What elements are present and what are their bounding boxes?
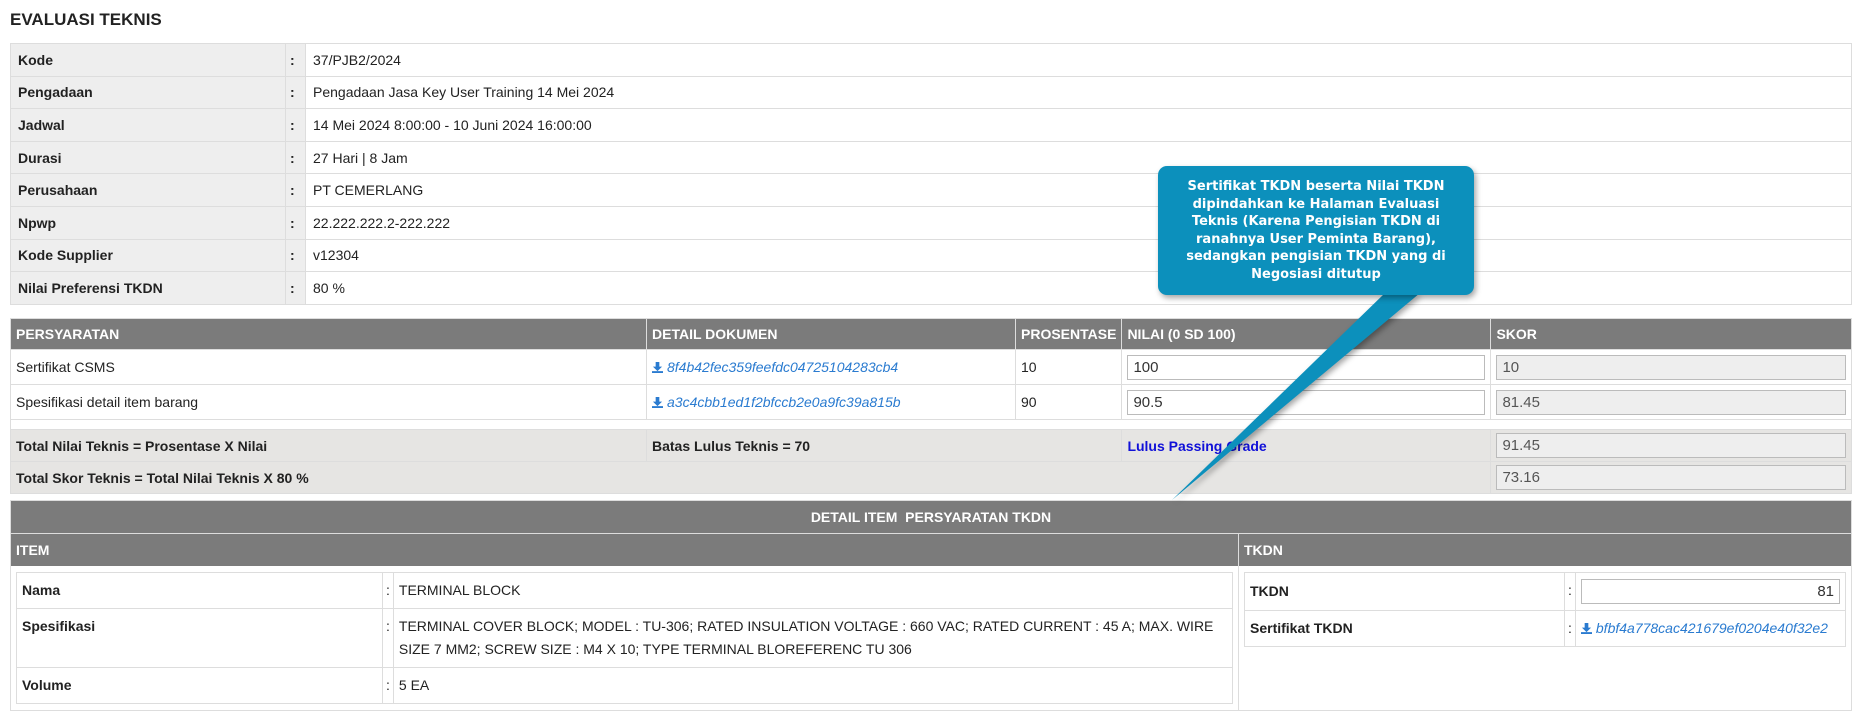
detail-title: DETAIL ITEM PERSYARATAN TKDN xyxy=(11,501,1851,534)
info-label: Jadwal xyxy=(10,108,286,142)
total-skor-label: Total Skor Teknis = Total Nilai Teknis X… xyxy=(9,461,1492,494)
info-value: 27 Hari | 8 Jam xyxy=(305,140,1852,175)
item-value: TERMINAL COVER BLOCK; MODEL : TU-306; RA… xyxy=(392,608,1234,668)
info-value: 14 Mei 2024 8:00:00 - 10 Juni 2024 16:00… xyxy=(305,108,1852,142)
table-row: Spesifikasi: TERMINAL COVER BLOCK; MODEL … xyxy=(16,608,1234,668)
col-prosentase: PROSENTASE xyxy=(1014,318,1123,350)
info-value: v12304 xyxy=(305,238,1852,273)
info-value: 80 % xyxy=(305,271,1852,305)
info-label: Npwp xyxy=(10,205,286,240)
nilai-input[interactable] xyxy=(1127,354,1486,380)
item-header: ITEM xyxy=(11,534,1238,566)
info-row: Npwp:22.222.222.2-222.222 xyxy=(10,205,1852,240)
download-icon xyxy=(1580,623,1592,634)
table-row: Volume:5 EA xyxy=(16,667,1234,704)
nilai-input[interactable] xyxy=(1127,389,1486,415)
requirements-table: PERSYARATAN DETAIL DOKUMEN PROSENTASE NI… xyxy=(9,318,1852,494)
item-label: Volume xyxy=(16,667,383,704)
colon: : xyxy=(382,667,394,704)
colon: : xyxy=(285,271,306,305)
colon: : xyxy=(285,75,306,110)
total-skor-row: Total Skor Teknis = Total Nilai Teknis X… xyxy=(9,461,1852,494)
info-label: Nilai Preferensi TKDN xyxy=(10,271,286,305)
sertifikat-tkdn-link[interactable]: bfbf4a778cac421679ef0204e40f32e2 xyxy=(1580,620,1828,636)
requirement-name: Spesifikasi detail item barang xyxy=(10,384,647,420)
total-nilai-row: Total Nilai Teknis = Prosentase X Nilai … xyxy=(10,429,1852,462)
colon: : xyxy=(285,108,306,142)
skor-field xyxy=(1496,389,1846,415)
info-label: Kode xyxy=(10,43,286,77)
download-icon xyxy=(652,362,663,373)
requirement-name: Sertifikat CSMS xyxy=(10,349,647,385)
info-table: Kode:37/PJB2/2024 Pengadaan: Pengadaan Jas… xyxy=(10,43,1852,305)
colon: : xyxy=(382,572,394,609)
info-value: PT CEMERLANG xyxy=(305,173,1852,207)
document-hash: bfbf4a778cac421679ef0204e40f32e2 xyxy=(1595,620,1828,636)
info-label: Perusahaan xyxy=(10,173,286,207)
document-hash: 8f4b42fec359feefdc04725104283cb4 xyxy=(667,359,899,375)
info-row: Pengadaan: Pengadaan Jasa Key User Traini… xyxy=(10,75,1852,110)
info-value: Pengadaan Jasa Key User Training 14 Mei … xyxy=(305,75,1852,110)
item-value: 5 EA xyxy=(392,667,1234,704)
tkdn-input[interactable] xyxy=(1580,579,1840,604)
info-label: Kode Supplier xyxy=(10,238,286,273)
info-value: 37/PJB2/2024 xyxy=(305,43,1852,77)
info-row: Kode Supplier: v12304 xyxy=(10,238,1852,273)
document-link[interactable]: a3c4cbb1ed1f2bfccb2e0a9fc39a815b xyxy=(652,394,901,410)
tkdn-label: TKDN xyxy=(1244,572,1565,611)
colon: : xyxy=(285,43,306,77)
info-label: Pengadaan xyxy=(10,75,286,110)
info-value: 22.222.222.2-222.222 xyxy=(305,205,1852,240)
colon: : xyxy=(285,238,306,273)
col-persyaratan: PERSYARATAN xyxy=(10,318,647,350)
prosentase: 10 xyxy=(1014,349,1123,385)
info-label: Durasi xyxy=(10,140,286,175)
item-table: Nama: TERMINAL BLOCK Spesifikasi: TERMINAL… xyxy=(16,572,1234,704)
tkdn-header: TKDN xyxy=(1239,534,1851,566)
info-row: Nilai Preferensi TKDN:80 % xyxy=(10,271,1852,305)
col-nilai: NILAI (0 SD 100) xyxy=(1121,318,1492,350)
colon: : xyxy=(382,608,394,668)
total-nilai-label: Total Nilai Teknis = Prosentase X Nilai xyxy=(10,429,647,462)
colon: : xyxy=(285,205,306,240)
col-detail-dokumen: DETAIL DOKUMEN xyxy=(646,318,1016,350)
info-row: Kode:37/PJB2/2024 xyxy=(10,43,1852,77)
colon: : xyxy=(285,173,306,207)
detail-item-tkdn: DETAIL ITEM PERSYARATAN TKDN ITEM Nama: T… xyxy=(10,500,1852,711)
annotation-callout: Sertifikat TKDN beserta Nilai TKDN dipin… xyxy=(1158,166,1474,295)
colon: : xyxy=(1564,572,1576,611)
skor-field xyxy=(1496,354,1846,380)
sertifikat-tkdn-label: Sertifikat TKDN xyxy=(1244,610,1565,647)
info-row: Durasi:27 Hari | 8 Jam xyxy=(10,140,1852,175)
pass-status: Lulus Passing Grade xyxy=(1127,437,1267,454)
total-nilai-field xyxy=(1496,433,1846,458)
table-row: Sertifikat CSMS 8f4b42fec359feefdc047251… xyxy=(10,349,1852,385)
info-row: Jadwal:14 Mei 2024 8:00:00 - 10 Juni 202… xyxy=(10,108,1852,142)
col-skor: SKOR xyxy=(1490,318,1852,350)
document-hash: a3c4cbb1ed1f2bfccb2e0a9fc39a815b xyxy=(667,394,901,410)
tkdn-table: TKDN: Sertifikat TKDN: bfbf4a778cac421679… xyxy=(1244,572,1847,647)
colon: : xyxy=(1564,610,1576,647)
batas-lulus-label: Batas Lulus Teknis = 70 xyxy=(645,429,1123,462)
item-label: Nama xyxy=(16,572,383,609)
item-label: Spesifikasi xyxy=(16,608,383,668)
colon: : xyxy=(285,140,306,175)
document-link[interactable]: 8f4b42fec359feefdc04725104283cb4 xyxy=(652,359,898,375)
table-row: Spesifikasi detail item barang a3c4cbb1e… xyxy=(10,384,1852,420)
info-row: Perusahaan: PT CEMERLANG xyxy=(10,173,1852,207)
page-title: EVALUASI TEKNIS xyxy=(10,10,162,29)
prosentase: 90 xyxy=(1014,384,1123,420)
item-value: TERMINAL BLOCK xyxy=(392,572,1234,609)
table-row: Nama: TERMINAL BLOCK xyxy=(16,572,1234,609)
download-icon xyxy=(652,397,663,408)
total-skor-field xyxy=(1496,465,1846,490)
